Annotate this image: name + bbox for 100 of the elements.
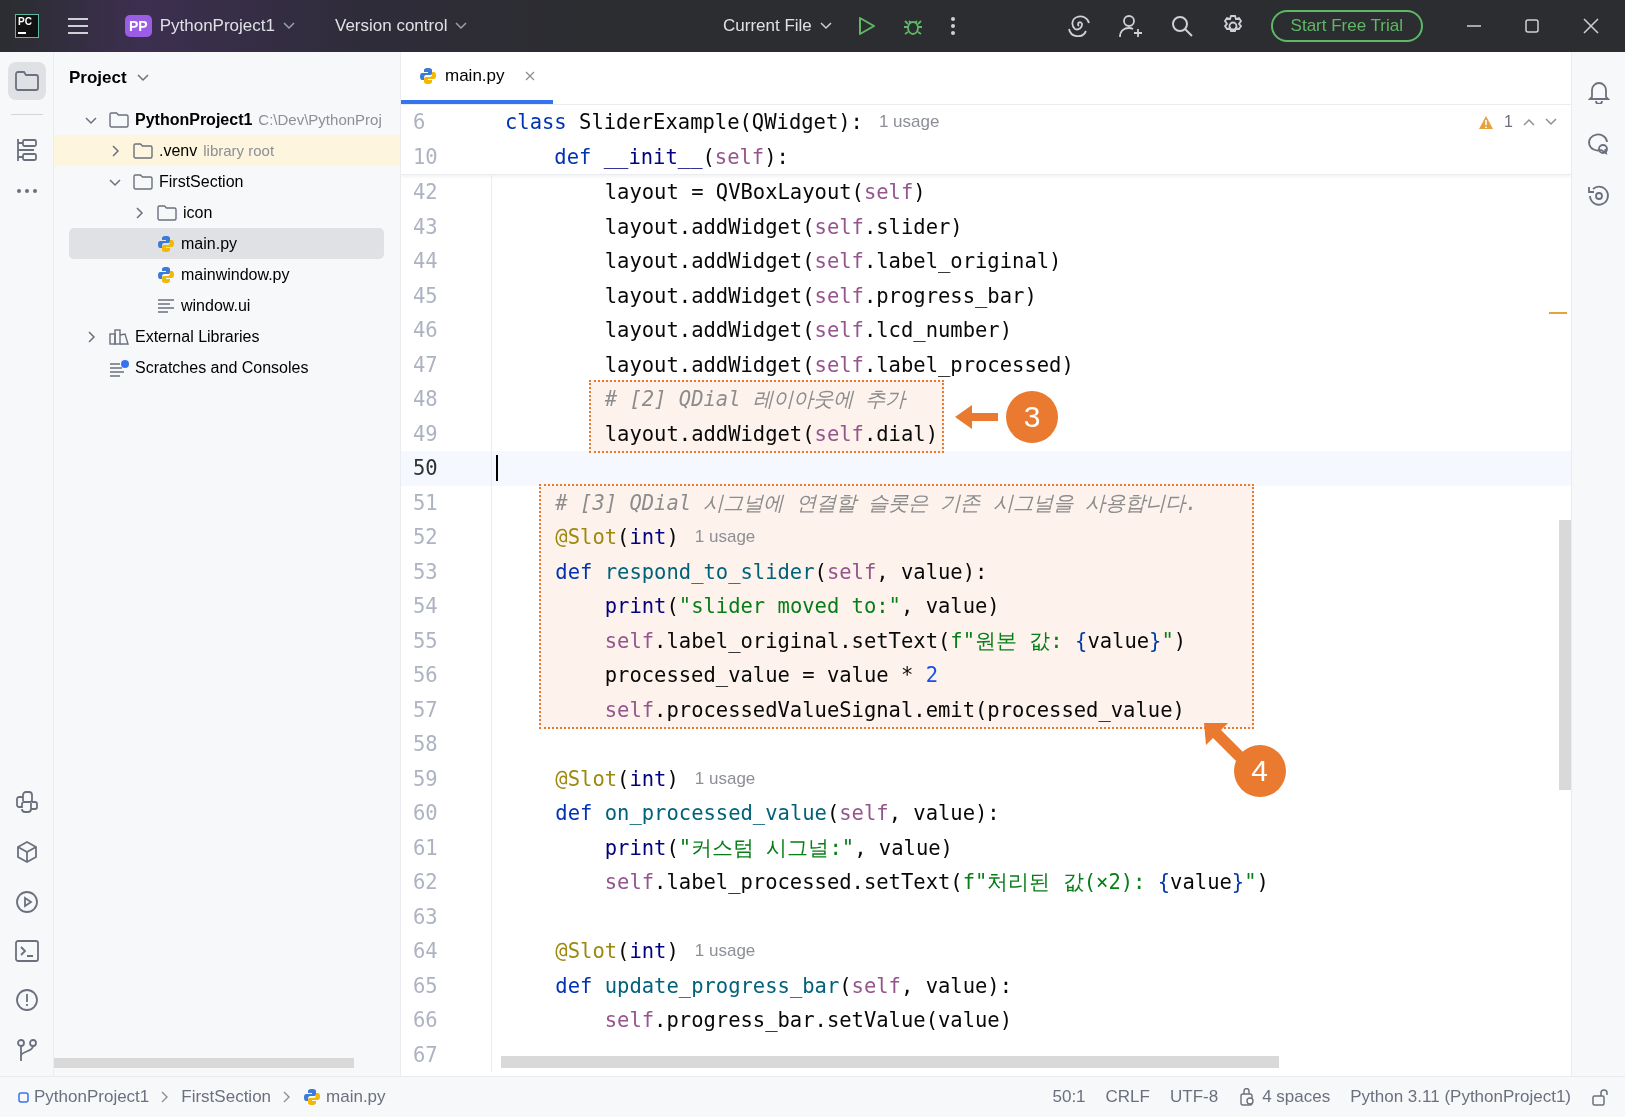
chevron-icon[interactable] [133, 206, 145, 219]
code-token: @Slot [554, 939, 618, 964]
code-token: print [603, 594, 667, 619]
run-icon[interactable] [857, 16, 876, 36]
chevron-right-icon [161, 1091, 170, 1103]
code-token: , value): [900, 973, 1013, 998]
add-user-icon[interactable] [1118, 14, 1143, 38]
tree-item[interactable]: icon [54, 197, 400, 228]
terminal-icon[interactable] [14, 940, 39, 962]
code-token: # [3] QDial 시그널에 연결할 슬롯은 기존 시그널을 사용합니다. [555, 490, 1198, 515]
chevron-down-icon[interactable] [1545, 118, 1557, 126]
python-console-icon[interactable] [14, 790, 39, 814]
chevron-icon[interactable] [109, 144, 121, 157]
line-number: 66 [412, 1007, 439, 1034]
chevron-down-icon [455, 22, 468, 30]
line-number: 58 [412, 731, 439, 758]
code-token: self [814, 421, 864, 446]
vcs-menu[interactable]: Version control [335, 16, 468, 36]
editor-tab[interactable]: main.py [401, 52, 553, 104]
project-tool-button[interactable] [7, 62, 46, 100]
tree-item[interactable]: Scratches and Consoles [54, 352, 400, 383]
line-number: 67 [412, 1041, 439, 1069]
code-token: ) [666, 766, 679, 791]
start-free-trial-button[interactable]: Start Free Trial [1270, 10, 1423, 42]
inspection-widget[interactable]: 1 [1478, 113, 1557, 131]
more-icon[interactable] [949, 16, 956, 36]
git-branch-icon[interactable] [15, 1038, 38, 1062]
code-token: int [629, 766, 667, 791]
code-token: self [714, 144, 765, 169]
lock-icon[interactable] [1591, 1088, 1609, 1106]
code-token: __init__ [602, 144, 703, 169]
line-number: 59 [412, 765, 439, 793]
code-token: { [1157, 870, 1171, 895]
packages-icon[interactable] [14, 840, 39, 864]
tree-item[interactable]: External Libraries [54, 321, 400, 352]
code-token: ( [617, 766, 630, 791]
code-token: ( [814, 559, 827, 584]
chevron-down-icon[interactable] [136, 74, 149, 82]
tree-item[interactable]: window.ui [54, 290, 400, 321]
code-token: f"원본 값: [950, 628, 1064, 653]
project-selector[interactable]: PP PythonProject1 [119, 11, 301, 41]
tree-item-label: icon [183, 203, 213, 222]
folder-icon [157, 204, 177, 221]
tree-item[interactable]: mainwindow.py [54, 259, 400, 290]
tree-item[interactable]: PythonProject1 C:\Dev\PythonProj [54, 104, 400, 135]
spiral-icon[interactable] [1066, 15, 1091, 37]
breadcrumb[interactable]: PythonProject1 [18, 1087, 150, 1107]
code-token: self [814, 249, 864, 274]
vertical-scrollbar[interactable] [1559, 520, 1571, 790]
close-icon[interactable] [1583, 18, 1599, 34]
chevron-up-icon[interactable] [1523, 118, 1535, 126]
services-icon[interactable] [14, 890, 39, 914]
tree-item[interactable]: .venv library root [54, 135, 400, 166]
code-token: layout.addWidget( [603, 249, 815, 274]
line-number: 47 [412, 351, 439, 379]
status-item[interactable]: 4 spaces [1238, 1087, 1331, 1107]
code-token: } [1149, 628, 1162, 653]
code-token: , value): [888, 801, 1000, 826]
code-token: self [863, 180, 914, 205]
notifications-icon[interactable] [1587, 80, 1610, 104]
status-item[interactable]: 50:1 [1052, 1087, 1086, 1107]
breadcrumb[interactable]: main.py [303, 1087, 386, 1107]
line-number: 43 [412, 213, 439, 241]
status-item[interactable]: UTF-8 [1169, 1087, 1219, 1107]
breadcrumb[interactable]: FirstSection [181, 1087, 272, 1107]
code-token: .lcd_number) [863, 318, 1013, 343]
panel-title[interactable]: Project [69, 68, 127, 88]
run-configuration[interactable]: Current File [723, 16, 832, 36]
tree-item[interactable]: main.py [69, 228, 384, 259]
ai-chat-icon[interactable] [1586, 132, 1611, 156]
tree-item[interactable]: FirstSection [54, 166, 400, 197]
structure-icon[interactable] [15, 138, 38, 162]
line-number: 54 [412, 593, 439, 620]
code-token: def [554, 973, 593, 998]
status-item[interactable]: CRLF [1105, 1087, 1150, 1107]
code-token: ( [666, 594, 679, 619]
status-item[interactable]: Python 3.11 (PythonProject1) [1350, 1087, 1571, 1107]
history-icon[interactable] [1586, 184, 1611, 208]
horizontal-scrollbar[interactable] [54, 1058, 354, 1068]
more-icon[interactable] [15, 188, 38, 194]
code-token: self [814, 352, 864, 377]
code-token: .progress_bar) [863, 283, 1037, 308]
line-number: 46 [412, 317, 439, 344]
line-number: 42 [412, 179, 439, 206]
line-number: 61 [412, 834, 439, 862]
code-token: print [603, 835, 667, 860]
menu-icon[interactable] [67, 17, 89, 35]
problems-icon[interactable] [14, 988, 39, 1012]
scratches-icon [109, 358, 129, 377]
search-icon[interactable] [1170, 15, 1193, 37]
chevron-icon[interactable] [85, 330, 97, 343]
step-badge: 3 [1006, 390, 1058, 443]
tree-item-label: FirstSection [159, 172, 244, 191]
maximize-icon[interactable] [1525, 19, 1539, 33]
code-token: ) [1173, 628, 1187, 653]
line-number: 6 [412, 109, 427, 136]
horizontal-scrollbar[interactable] [501, 1056, 1279, 1068]
tree-item-label: main.py [181, 234, 238, 253]
code-token: .slider) [863, 214, 963, 239]
warning-icon [1478, 114, 1495, 130]
